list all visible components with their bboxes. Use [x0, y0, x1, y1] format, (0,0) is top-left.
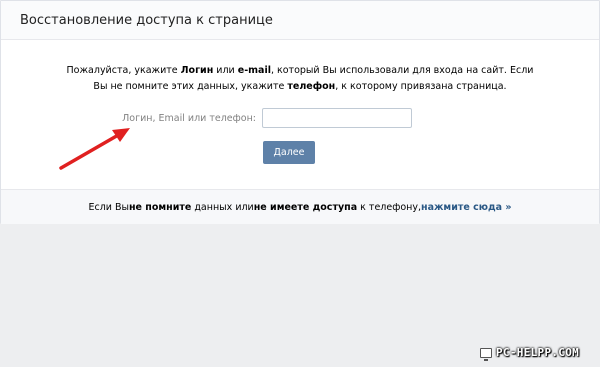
card-footer: Если Вы не помните данных или не имеете … — [1, 189, 599, 224]
red-arrow-icon — [59, 128, 130, 170]
footer-text: к телефону, — [360, 201, 421, 213]
footer-bold-text: не помните — [128, 201, 192, 213]
footer-text: данных или — [194, 201, 254, 213]
restore-access-card: Восстановление доступа к странице Пожалу… — [0, 0, 600, 224]
instructions-text: Пожалуйста, укажите Логин или e-mail, ко… — [1, 63, 599, 95]
login-input[interactable] — [262, 108, 412, 128]
intro-text: , который Вы использовали для входа на с… — [270, 65, 534, 76]
intro-text: Пожалуйста, укажите — [66, 65, 181, 76]
login-field-label: Логин, Email или телефон: — [122, 113, 256, 124]
next-button[interactable]: Далее — [263, 141, 315, 164]
watermark-text: PC-HELPP.COM — [496, 346, 580, 359]
page-title: Восстановление доступа к странице — [20, 12, 273, 28]
intro-email-bold: e-mail — [237, 65, 271, 76]
intro-text: , к которому привязана страница. — [335, 81, 507, 92]
intro-text: Вы не помните этих данных, укажите — [93, 81, 288, 92]
click-here-link[interactable]: нажмите сюда » — [421, 202, 512, 213]
intro-phone-bold: телефон — [287, 81, 336, 92]
intro-text: или — [213, 65, 238, 76]
intro-login-bold: Логин — [180, 65, 214, 76]
footer-bold-text: не имеете доступа — [253, 201, 358, 213]
footer-text: Если Вы — [88, 201, 129, 213]
monitor-icon — [480, 347, 492, 361]
watermark: PC-HELPP.COM — [480, 346, 580, 361]
card-header: Восстановление доступа к странице — [1, 1, 599, 40]
